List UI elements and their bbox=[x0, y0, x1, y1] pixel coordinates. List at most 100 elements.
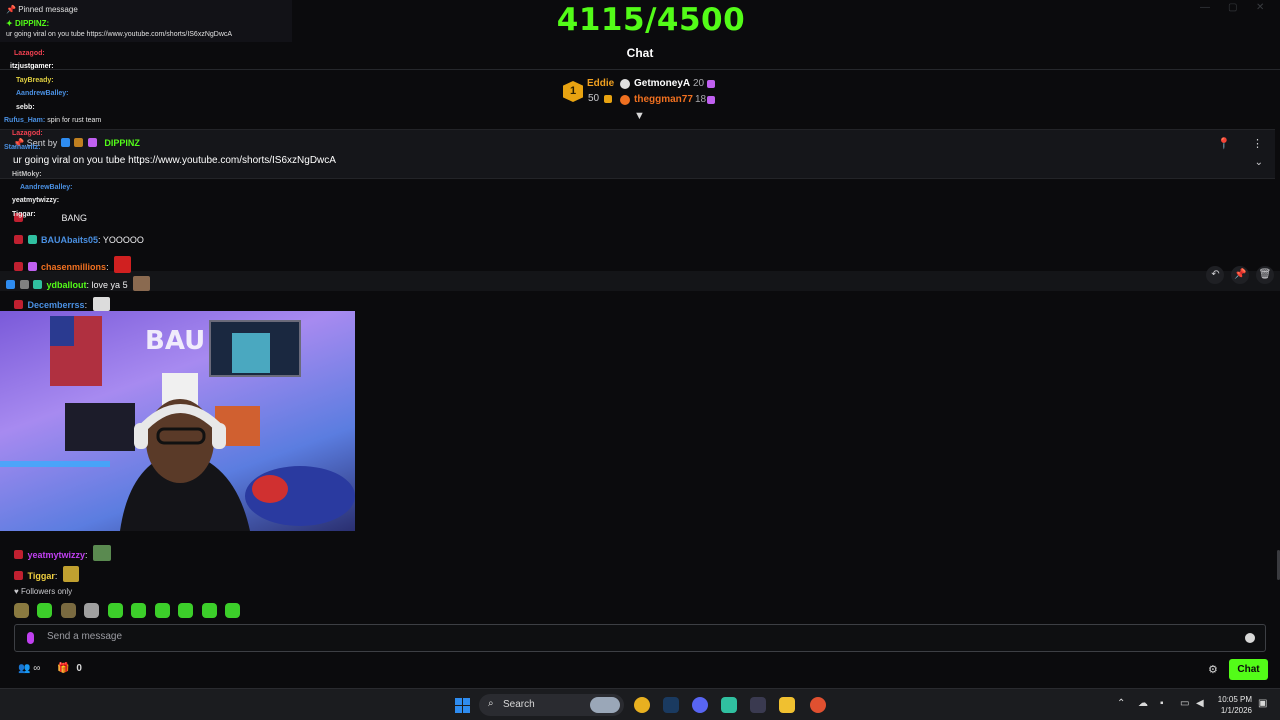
message-input[interactable] bbox=[47, 631, 1227, 642]
chat-text: : bbox=[84, 300, 88, 310]
overlay-chat-line: AandrewBalley: bbox=[16, 90, 69, 97]
minimize-icon[interactable]: — bbox=[1200, 2, 1210, 13]
clock[interactable]: 10:05 PM 1/1/2026 bbox=[1210, 694, 1252, 716]
infinity-icon[interactable]: ∞ bbox=[33, 663, 40, 674]
rank-3-icon bbox=[620, 95, 630, 105]
delete-icon[interactable]: 🗑 bbox=[1256, 266, 1274, 284]
rank-badge-icon: 1 bbox=[563, 81, 583, 102]
pinned-message-bar[interactable]: 📌 Sent by DIPPINZ ur going viral on you … bbox=[0, 129, 1275, 179]
leaderboard-third-value: 18 bbox=[695, 94, 707, 105]
chat-text: : bbox=[106, 262, 109, 272]
chat-message[interactable]: ydballout: love ya 5 bbox=[6, 276, 151, 291]
overlay-sender: ✦ DIPPINZ: bbox=[6, 19, 50, 28]
emote-button[interactable] bbox=[14, 603, 29, 618]
chat-username[interactable]: yeatmytwizzy bbox=[28, 550, 86, 560]
chat-username[interactable]: ydballout bbox=[47, 280, 87, 290]
overlay-chat-line: Tiggar: bbox=[12, 211, 36, 218]
emote-button[interactable] bbox=[225, 603, 241, 618]
emote-button[interactable] bbox=[178, 603, 194, 618]
chat-message[interactable]: yeatmytwizzy: bbox=[14, 545, 112, 561]
chat-message[interactable]: Decemberrss: bbox=[14, 297, 110, 311]
coin-icon bbox=[604, 95, 612, 103]
badge-icon bbox=[14, 300, 23, 309]
chat-text: BANG bbox=[61, 213, 88, 223]
sub-badge-icon bbox=[87, 138, 97, 147]
emote-button[interactable] bbox=[131, 603, 147, 618]
emote-button[interactable] bbox=[201, 603, 217, 618]
microphone-icon[interactable] bbox=[27, 632, 34, 644]
chat-text: : bbox=[85, 550, 88, 560]
leaderboard-first-name[interactable]: Eddie bbox=[587, 78, 614, 89]
onedrive-icon[interactable]: ☁ bbox=[1138, 698, 1148, 709]
emoji-picker-icon[interactable] bbox=[1245, 633, 1255, 643]
chat-text: : YOOOOO bbox=[98, 235, 144, 245]
leaderboard-first-value: 50 bbox=[588, 93, 600, 104]
overlay-chat-line: Rufus_Ham: spin for rust team bbox=[4, 117, 102, 124]
badge-icon bbox=[74, 138, 84, 147]
chat-message[interactable]: BAUAbaits05: YOOOOO bbox=[14, 235, 144, 245]
chat-username[interactable]: Tiggar bbox=[28, 571, 55, 581]
search-label: Search bbox=[503, 699, 535, 710]
chrome-icon[interactable] bbox=[810, 697, 826, 713]
emote-icon bbox=[114, 256, 132, 273]
leaderboard-third-name[interactable]: theggman77 bbox=[634, 94, 693, 105]
network-icon[interactable]: ▭ bbox=[1180, 698, 1189, 709]
more-options-icon[interactable]: ⋮ bbox=[1252, 138, 1263, 150]
app-icon[interactable] bbox=[721, 697, 737, 713]
windows-start-icon[interactable] bbox=[455, 698, 470, 713]
reply-icon[interactable]: ↶ bbox=[1206, 266, 1225, 284]
badge-icon bbox=[14, 571, 23, 580]
search-icon: ⌕ bbox=[488, 698, 494, 709]
gear-icon[interactable]: ⚙ bbox=[1208, 663, 1218, 676]
badge-icon bbox=[19, 280, 29, 289]
chat-username[interactable]: BAUAbaits05 bbox=[41, 235, 98, 245]
tray-icon[interactable]: ▪ bbox=[1160, 698, 1164, 709]
send-chat-button[interactable]: Chat bbox=[1229, 659, 1268, 680]
taskbar-search[interactable]: ⌕ Search bbox=[479, 694, 624, 716]
app-icon[interactable] bbox=[750, 697, 766, 713]
emote-button[interactable] bbox=[107, 603, 123, 618]
pinned-sender[interactable]: DIPPINZ bbox=[104, 138, 140, 148]
emote-button[interactable] bbox=[37, 603, 53, 618]
volume-icon[interactable]: ◀ bbox=[1196, 698, 1204, 709]
message-input-container bbox=[14, 624, 1266, 652]
quick-emote-bar bbox=[14, 603, 244, 623]
maximize-icon[interactable]: ▢ bbox=[1228, 2, 1237, 13]
chat-text: : bbox=[54, 571, 58, 581]
leaderboard-second-value: 20 bbox=[693, 78, 705, 89]
overlay-chat-line: Lazagod: bbox=[14, 50, 45, 57]
overlay-chat-line: sebb: bbox=[16, 104, 35, 111]
chat-username[interactable]: Decemberrss bbox=[28, 300, 85, 310]
overlay-chat-line: TayBready: bbox=[16, 77, 54, 84]
notification-icon[interactable]: ▣ bbox=[1258, 698, 1267, 709]
chevron-down-icon[interactable]: ⌄ bbox=[1255, 157, 1263, 168]
pinned-message-text[interactable]: ur going viral on you tube https://www.y… bbox=[13, 155, 336, 166]
unpin-icon[interactable]: 📍 bbox=[1217, 138, 1231, 150]
gift-icon[interactable]: 🎁 bbox=[57, 663, 69, 674]
overlay-chat-line: yeatmytwizzy: bbox=[12, 197, 60, 204]
close-icon[interactable]: ✕ bbox=[1256, 2, 1264, 13]
chat-username[interactable]: chasenmillions bbox=[41, 262, 106, 272]
emote-icon bbox=[92, 297, 110, 311]
emote-button[interactable] bbox=[154, 603, 170, 618]
chat-message[interactable]: Tiggar: bbox=[14, 566, 79, 582]
leaderboard-second-name[interactable]: GetmoneyA bbox=[634, 78, 690, 89]
steam-icon[interactable] bbox=[663, 697, 679, 713]
chrome-icon[interactable] bbox=[634, 697, 650, 713]
pinned-tools: 📍 ⋮ bbox=[1199, 137, 1263, 150]
expand-down-icon[interactable]: ▼ bbox=[634, 110, 645, 122]
kick-icon bbox=[707, 80, 715, 88]
pin-message-icon[interactable]: 📌 bbox=[1231, 266, 1250, 284]
chevron-up-icon[interactable]: ⌃ bbox=[1117, 698, 1125, 709]
overlay-chat-line: AandrewBalley: bbox=[20, 184, 73, 191]
emote-button[interactable] bbox=[84, 603, 100, 618]
header-divider bbox=[0, 69, 1280, 70]
webcam-illustration: BAU bbox=[0, 316, 355, 531]
kick-icon bbox=[707, 96, 715, 104]
emote-button[interactable] bbox=[60, 603, 76, 618]
discord-icon[interactable] bbox=[692, 697, 708, 713]
people-icon[interactable]: 👥 bbox=[18, 663, 30, 674]
folder-icon[interactable] bbox=[779, 697, 795, 713]
clock-time: 10:05 PM bbox=[1217, 695, 1252, 704]
chat-message[interactable]: chasenmillions: bbox=[14, 256, 132, 273]
